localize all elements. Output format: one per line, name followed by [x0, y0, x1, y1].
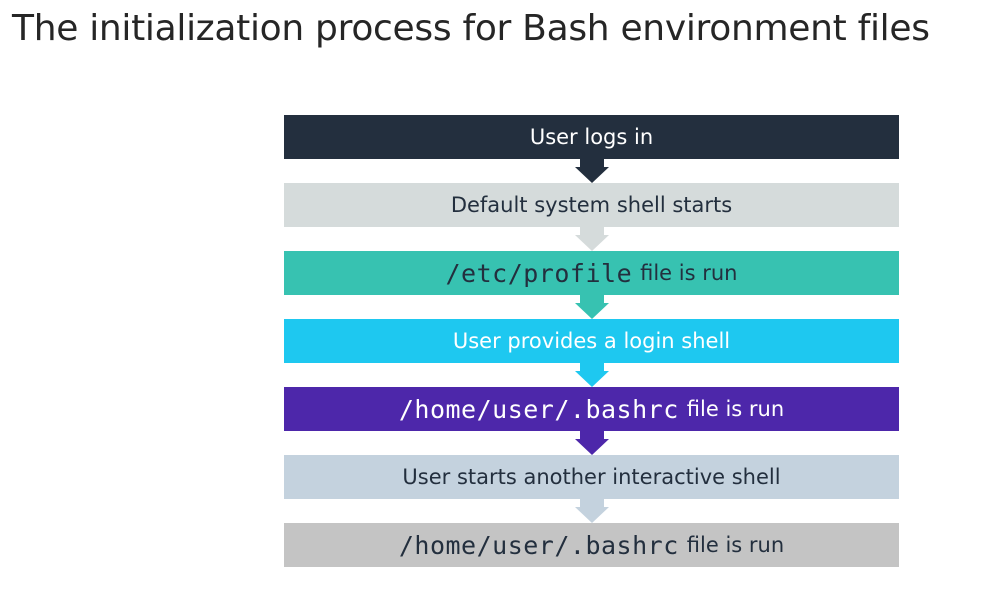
step-box: User logs in [284, 115, 899, 159]
step-box: /home/user/.bashrc file is run [284, 387, 899, 431]
step-bashrc-run: /home/user/.bashrc file is run [284, 387, 899, 455]
step-box: User starts another interactive shell [284, 455, 899, 499]
step-bashrc-run-again: /home/user/.bashrc file is run [284, 523, 899, 567]
down-arrow-icon [284, 363, 899, 387]
step-label: Default system shell starts [450, 193, 733, 217]
down-arrow-icon [284, 431, 899, 455]
step-box: /home/user/.bashrc file is run [284, 523, 899, 567]
step-box: /etc/profile file is run [284, 251, 899, 295]
down-arrow-icon [284, 499, 899, 523]
step-label: User logs in [529, 125, 654, 149]
step-label: file is run [686, 397, 785, 421]
step-label: User starts another interactive shell [402, 465, 781, 489]
step-label: file is run [640, 261, 738, 285]
step-code: /home/user/.bashrc [398, 394, 679, 424]
step-code: /etc/profile [445, 258, 633, 288]
step-etc-profile-run: /etc/profile file is run [284, 251, 899, 319]
down-arrow-icon [284, 227, 899, 251]
step-login-shell: User provides a login shell [284, 319, 899, 387]
step-label: file is run [686, 533, 785, 557]
step-another-interactive-shell: User starts another interactive shell [284, 455, 899, 523]
diagram-title: The initialization process for Bash envi… [12, 8, 930, 49]
step-default-shell-starts: Default system shell starts [284, 183, 899, 251]
step-code: /home/user/.bashrc [398, 530, 679, 560]
step-label: User provides a login shell [452, 329, 731, 353]
flowchart: User logs in Default system shell starts… [284, 115, 899, 591]
down-arrow-icon [284, 295, 899, 319]
step-box: User provides a login shell [284, 319, 899, 363]
step-box: Default system shell starts [284, 183, 899, 227]
step-user-logs-in: User logs in [284, 115, 899, 183]
down-arrow-icon [284, 159, 899, 183]
